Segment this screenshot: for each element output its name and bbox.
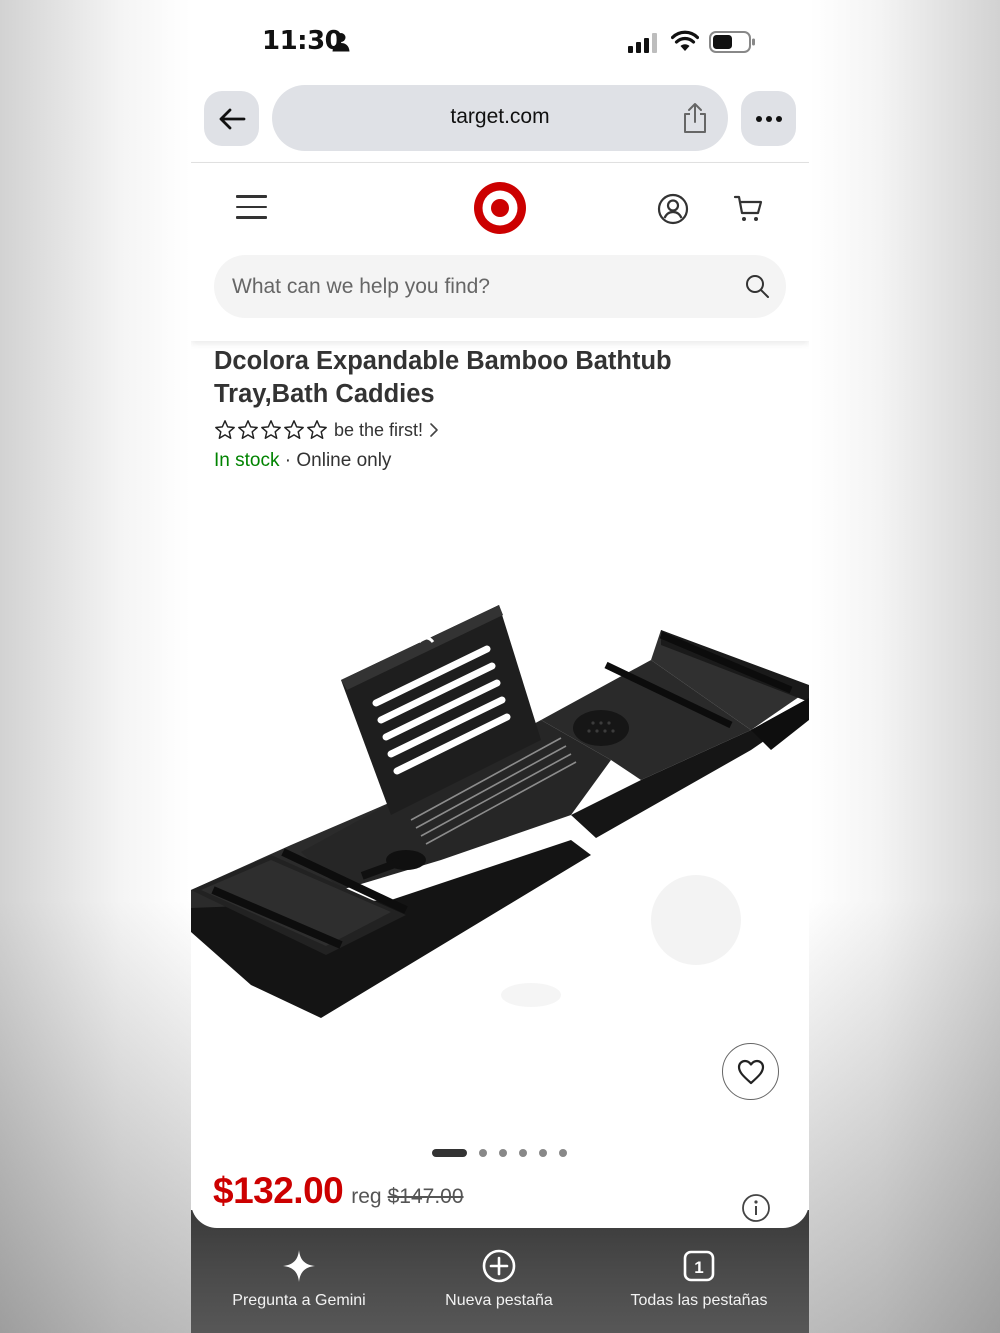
cart-icon[interactable] xyxy=(733,193,763,223)
product-image[interactable] xyxy=(191,590,809,1030)
product-title: Dcolora Expandable Bamboo Bathtub Tray,B… xyxy=(214,347,672,408)
carousel-dot[interactable] xyxy=(539,1149,547,1157)
ask-gemini-label[interactable]: Pregunta a Gemini xyxy=(199,1292,399,1310)
phone-screen: 11:30 target.com Dcolora Expandable Bamb… xyxy=(191,0,809,1333)
search-input[interactable] xyxy=(232,255,722,318)
share-icon[interactable] xyxy=(682,102,708,134)
chevron-right-icon xyxy=(430,423,438,437)
new-tab-label[interactable]: Nueva pestaña xyxy=(399,1292,599,1310)
sparkle-icon xyxy=(283,1250,315,1282)
star-empty-icon xyxy=(261,420,281,439)
rating-link[interactable]: be the first! xyxy=(334,420,439,441)
image-carousel-indicator[interactable] xyxy=(432,1148,567,1158)
heart-icon xyxy=(737,1059,764,1084)
current-price: $132.00 xyxy=(213,1170,344,1211)
ellipsis-icon xyxy=(755,115,782,122)
search-icon[interactable] xyxy=(744,273,770,299)
favorite-button[interactable] xyxy=(722,1043,779,1100)
account-icon[interactable] xyxy=(657,193,689,225)
arrow-left-icon xyxy=(219,108,245,129)
hamburger-menu-icon[interactable] xyxy=(236,195,267,221)
url-text[interactable]: target.com xyxy=(272,105,728,129)
person-icon xyxy=(332,33,350,52)
regular-price: $147.00 xyxy=(387,1185,464,1208)
info-icon[interactable] xyxy=(741,1193,771,1223)
more-options-button[interactable] xyxy=(741,91,796,146)
tabs-count-icon: 1 xyxy=(683,1250,715,1282)
ask-gemini-button[interactable]: Pregunta a Gemini xyxy=(199,1248,399,1310)
target-logo[interactable] xyxy=(473,181,527,235)
carousel-dot-active[interactable] xyxy=(432,1149,467,1157)
stock-status: In stock · Online only xyxy=(214,450,391,472)
plus-circle-icon xyxy=(482,1249,516,1283)
carousel-dot[interactable] xyxy=(479,1149,487,1157)
new-tab-button[interactable]: Nueva pestaña xyxy=(399,1248,599,1310)
rating-row[interactable]: be the first! xyxy=(214,418,439,442)
rating-link-text[interactable]: be the first! xyxy=(334,420,423,441)
star-empty-icon xyxy=(307,420,327,439)
availability-label: Online only xyxy=(296,450,392,471)
carousel-dot[interactable] xyxy=(499,1149,507,1157)
site-header xyxy=(191,163,809,341)
tabs-count: 1 xyxy=(694,1258,703,1277)
battery-icon xyxy=(709,31,755,53)
all-tabs-button[interactable]: 1 Todas las pestañas xyxy=(599,1248,799,1310)
back-button[interactable] xyxy=(204,91,259,146)
star-empty-icon xyxy=(238,420,258,439)
status-time: 11:30 xyxy=(262,26,343,56)
signal-icon xyxy=(628,33,657,53)
star-empty-icon xyxy=(215,420,235,439)
price-row: $132.00 reg $147.00 xyxy=(213,1170,464,1212)
status-bar: 11:30 xyxy=(191,0,809,84)
star-empty-icon xyxy=(284,420,304,439)
all-tabs-label[interactable]: Todas las pestañas xyxy=(599,1292,799,1310)
url-bar[interactable]: target.com xyxy=(272,85,728,151)
wifi-icon xyxy=(671,30,699,51)
carousel-dot[interactable] xyxy=(519,1149,527,1157)
in-stock-label: In stock xyxy=(214,450,280,471)
stock-separator: · xyxy=(284,450,292,471)
page-viewport[interactable]: 11:30 target.com Dcolora Expandable Bamb… xyxy=(191,0,809,1228)
regular-price-label: reg xyxy=(351,1185,382,1208)
search-field[interactable] xyxy=(214,255,786,318)
carousel-dot[interactable] xyxy=(559,1149,567,1157)
rating-stars xyxy=(214,419,328,441)
